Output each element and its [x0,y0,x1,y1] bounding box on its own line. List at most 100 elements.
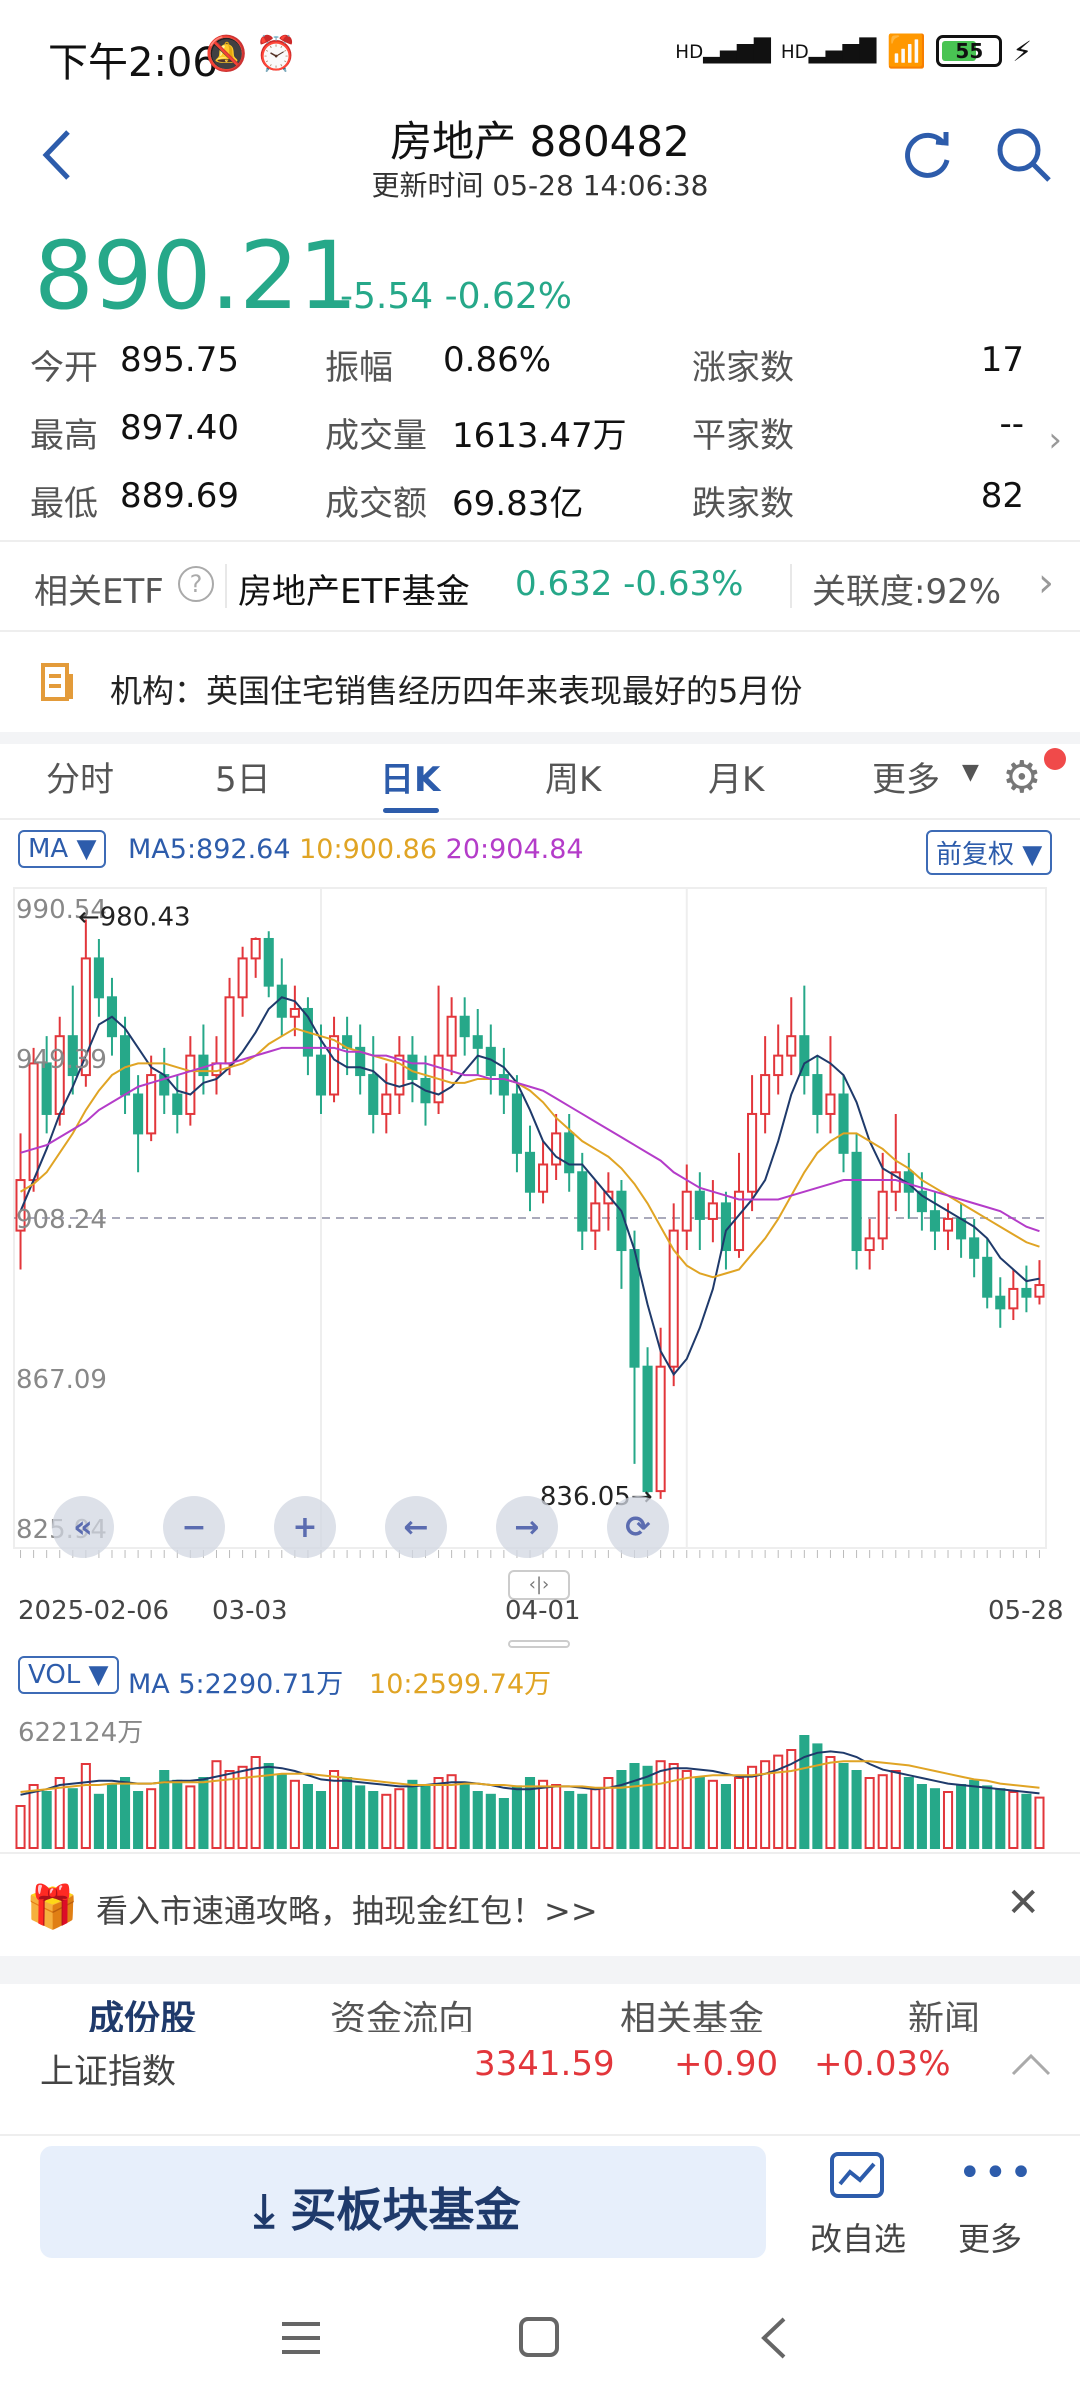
tab-daily-k[interactable]: 日K [380,752,440,801]
volume-bar [511,1785,522,1849]
volume-bar [15,1805,26,1849]
nav-back-icon[interactable] [758,2316,788,2360]
scroll-right-icon[interactable]: → [496,1496,558,1558]
search-icon[interactable] [995,126,1053,184]
candle-body [446,1015,457,1057]
close-icon[interactable]: ✕ [1006,1880,1040,1926]
up-count-value: 17 [980,340,1024,380]
tab-news[interactable]: 新闻 [908,1990,980,2032]
charging-icon: ⚡ [1012,34,1032,68]
signal-icon-2: HD▂▄▆█ [780,38,877,64]
tab-monthly-k[interactable]: 月K [708,752,764,801]
flat-count-label: 平家数 [692,416,794,456]
candle-body [394,1054,405,1096]
promo-banner[interactable]: 🎁 看入市速通攻略，抽现金红包！>> ✕ [0,1856,1080,1956]
low-label: 最低 [30,484,98,524]
document-icon [41,663,73,701]
volume-bar [433,1777,444,1849]
menu-icon[interactable] [280,2320,322,2356]
help-icon[interactable]: ? [178,566,214,602]
volume-bar [969,1779,980,1849]
divider-handle[interactable] [508,1640,570,1648]
volume-bar [877,1774,888,1849]
kline-chart[interactable]: 990.54949.39908.24867.09825.94←980.43836… [0,878,1080,1648]
volume-bar [394,1788,405,1849]
volume-bar [172,1779,183,1849]
add-watchlist-button[interactable]: 改自选 [800,2146,920,2258]
volume-bar [864,1777,875,1849]
gift-icon: 🎁 [26,1882,79,1931]
volume-bar [733,1777,745,1849]
tab-5day[interactable]: 5日 [215,752,271,801]
tab-fund-flow[interactable]: 资金流向 [330,1990,474,2032]
turnover-label: 成交额 [325,484,427,524]
buy-fund-button[interactable]: ⤓ 买板块基金 [40,2146,766,2258]
volume-svg [15,1735,1045,1850]
volume-chart[interactable]: 622124万 [0,1700,1080,1850]
candle-body [929,1210,941,1232]
volume-bar [80,1763,91,1849]
download-arrow-icon: ⤓ [254,2183,275,2237]
volume-bar [551,1784,562,1849]
candle-body [250,937,261,960]
tab-indicator [383,808,439,813]
chevron-up-icon[interactable] [1010,2052,1052,2078]
volume-bar [995,1788,1006,1849]
volume-bar [668,1763,679,1849]
home-icon[interactable] [518,2316,560,2358]
open-label: 今开 [30,348,98,388]
price-change: -5.54 -0.62% [340,276,572,317]
etf-name: 房地产ETF基金 [238,572,470,612]
volume-bar [956,1784,967,1849]
volume-bar [106,1784,118,1849]
candle-body [760,1074,771,1115]
candle-body [1021,1287,1032,1298]
volume-bar [498,1798,509,1849]
volume-bar [1021,1793,1032,1850]
news-row[interactable]: 机构：英国住宅销售经历四年来表现最好的5月份 [0,636,1080,732]
volume-bar [564,1791,575,1849]
zoom-in-icon[interactable]: + [274,1496,336,1558]
etf-row[interactable]: 相关ETF ? 房地产ETF基金 0.632 -0.63% 关联度:92% › [0,544,1080,630]
candle-body [93,957,104,999]
volume-bar [903,1777,914,1849]
volume-indicator-select[interactable]: VOL ▼ [18,1656,119,1694]
etf-chevron-icon: › [1038,560,1054,606]
y-tick-label: 867.09 [16,1365,107,1395]
refresh-icon[interactable] [900,128,954,182]
candle-body [629,1249,640,1368]
indicator-select[interactable]: MA ▼ [18,830,107,868]
index-ticker[interactable]: 上证指数 3341.59 +0.90 +0.03% [0,2032,1080,2136]
index-name: 上证指数 [40,2052,176,2092]
y-tick-label: 949.39 [16,1045,107,1075]
volume-bar [890,1770,901,1849]
tab-intraday[interactable]: 分时 [46,752,114,801]
volume-label: 成交量 [325,416,427,456]
rotate-screen-icon[interactable]: ⟳ [607,1496,669,1558]
zoom-out-icon[interactable]: − [163,1496,225,1558]
volume-bar [368,1791,379,1849]
tab-related-funds[interactable]: 相关基金 [620,1990,764,2032]
more-button[interactable]: ••• 更多 [940,2146,1040,2258]
tab-weekly-k[interactable]: 周K [545,752,601,801]
volume-bar [381,1793,392,1850]
scroll-left-icon[interactable]: ← [385,1496,447,1558]
candle-body [956,1217,967,1240]
tab-constituents[interactable]: 成份股 [88,1990,196,2032]
candle-body [786,1035,797,1057]
more-label: 更多 [958,2220,1023,2258]
volume-bar [707,1779,718,1849]
mute-icon: 🔕 [205,34,248,74]
volume-bar [747,1765,758,1849]
volume-bar [825,1756,836,1849]
scroll-left-fast-icon[interactable]: « [52,1496,114,1558]
expand-chevron-icon[interactable]: › [1048,420,1062,460]
candle-body [707,1202,718,1220]
etf-quote: 0.632 -0.63% [515,564,744,604]
volume-bar [93,1793,104,1850]
down-count-value: 82 [980,476,1024,516]
battery-icon: 55 [936,35,1003,67]
gear-icon[interactable]: ⚙ [1002,752,1041,803]
tab-more[interactable]: 更多 [872,752,940,801]
adjust-select[interactable]: 前复权 ▼ [926,830,1053,875]
